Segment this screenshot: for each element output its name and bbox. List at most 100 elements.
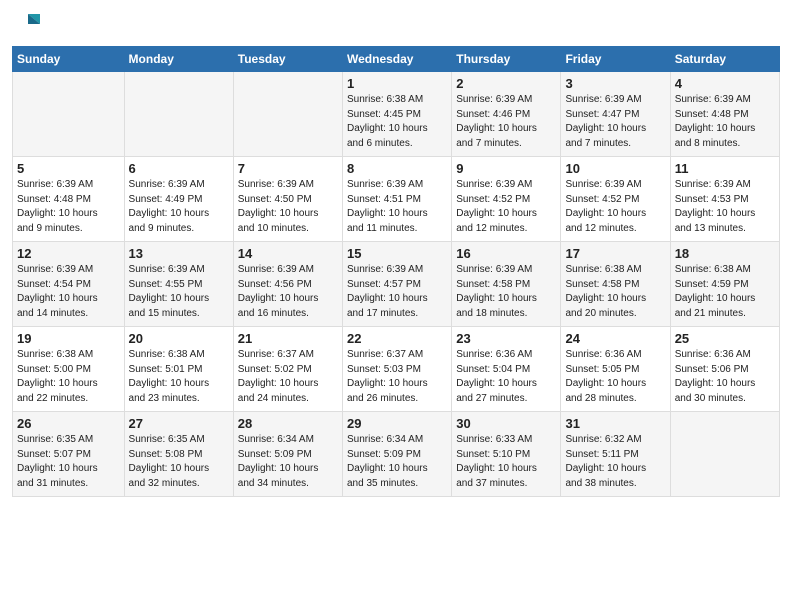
col-header-sunday: Sunday [13, 47, 125, 72]
day-info: Sunrise: 6:36 AM Sunset: 5:04 PM Dayligh… [456, 348, 556, 406]
day-cell: 23 Sunrise: 6:36 AM Sunset: 5:04 PM Dayli… [452, 327, 561, 412]
day-cell: 30 Sunrise: 6:33 AM Sunset: 5:10 PM Dayli… [452, 412, 561, 497]
day-number: 13 [129, 246, 229, 261]
week-row-3: 12 Sunrise: 6:39 AM Sunset: 4:54 PM Dayli… [13, 242, 780, 327]
day-cell: 28 Sunrise: 6:34 AM Sunset: 5:09 PM Dayli… [233, 412, 342, 497]
day-number: 25 [675, 331, 775, 346]
day-info: Sunrise: 6:39 AM Sunset: 4:47 PM Dayligh… [565, 93, 665, 151]
day-info: Sunrise: 6:33 AM Sunset: 5:10 PM Dayligh… [456, 433, 556, 491]
day-cell: 27 Sunrise: 6:35 AM Sunset: 5:08 PM Dayli… [124, 412, 233, 497]
day-number: 26 [17, 416, 120, 431]
day-number: 31 [565, 416, 665, 431]
day-info: Sunrise: 6:38 AM Sunset: 5:00 PM Dayligh… [17, 348, 120, 406]
day-info: Sunrise: 6:35 AM Sunset: 5:07 PM Dayligh… [17, 433, 120, 491]
col-header-tuesday: Tuesday [233, 47, 342, 72]
day-cell: 31 Sunrise: 6:32 AM Sunset: 5:11 PM Dayli… [561, 412, 670, 497]
day-info: Sunrise: 6:39 AM Sunset: 4:52 PM Dayligh… [456, 178, 556, 236]
day-number: 22 [347, 331, 447, 346]
day-number: 9 [456, 161, 556, 176]
week-row-5: 26 Sunrise: 6:35 AM Sunset: 5:07 PM Dayli… [13, 412, 780, 497]
day-cell: 17Sunrise: 6:38 AM Sunset: 4:58 PM Dayli… [561, 242, 670, 327]
day-cell: 7Sunrise: 6:39 AM Sunset: 4:50 PM Daylig… [233, 157, 342, 242]
day-number: 21 [238, 331, 338, 346]
day-cell: 29Sunrise: 6:34 AM Sunset: 5:09 PM Dayli… [343, 412, 452, 497]
day-cell: 22 Sunrise: 6:37 AM Sunset: 5:03 PM Dayli… [343, 327, 452, 412]
day-number: 23 [456, 331, 556, 346]
day-cell: 4 Sunrise: 6:39 AM Sunset: 4:48 PM Daylig… [670, 72, 779, 157]
day-cell: 5 Sunrise: 6:39 AM Sunset: 4:48 PM Daylig… [13, 157, 125, 242]
day-info: Sunrise: 6:39 AM Sunset: 4:50 PM Dayligh… [238, 178, 338, 236]
col-header-saturday: Saturday [670, 47, 779, 72]
day-number: 16 [456, 246, 556, 261]
col-header-friday: Friday [561, 47, 670, 72]
day-cell: 12 Sunrise: 6:39 AM Sunset: 4:54 PM Dayli… [13, 242, 125, 327]
day-info: Sunrise: 6:39 AM Sunset: 4:54 PM Dayligh… [17, 263, 120, 321]
day-info: Sunrise: 6:39 AM Sunset: 4:46 PM Dayligh… [456, 93, 556, 151]
day-number: 18 [675, 246, 775, 261]
calendar-table: SundayMondayTuesdayWednesdayThursdayFrid… [12, 46, 780, 497]
day-cell: 1 Sunrise: 6:38 AM Sunset: 4:45 PM Daylig… [343, 72, 452, 157]
day-info: Sunrise: 6:38 AM Sunset: 4:45 PM Dayligh… [347, 93, 447, 151]
header [12, 10, 780, 38]
col-header-thursday: Thursday [452, 47, 561, 72]
day-cell: 15Sunrise: 6:39 AM Sunset: 4:57 PM Dayli… [343, 242, 452, 327]
day-info: Sunrise: 6:39 AM Sunset: 4:56 PM Dayligh… [238, 263, 338, 321]
header-row: SundayMondayTuesdayWednesdayThursdayFrid… [13, 47, 780, 72]
day-cell: 13 Sunrise: 6:39 AM Sunset: 4:55 PM Dayli… [124, 242, 233, 327]
day-cell: 2 Sunrise: 6:39 AM Sunset: 4:46 PM Daylig… [452, 72, 561, 157]
day-info: Sunrise: 6:39 AM Sunset: 4:58 PM Dayligh… [456, 263, 556, 321]
day-number: 4 [675, 76, 775, 91]
day-cell: 26 Sunrise: 6:35 AM Sunset: 5:07 PM Dayli… [13, 412, 125, 497]
day-cell: 21 Sunrise: 6:37 AM Sunset: 5:02 PM Dayli… [233, 327, 342, 412]
day-cell: 8 Sunrise: 6:39 AM Sunset: 4:51 PM Daylig… [343, 157, 452, 242]
day-cell: 16 Sunrise: 6:39 AM Sunset: 4:58 PM Dayli… [452, 242, 561, 327]
week-row-2: 5 Sunrise: 6:39 AM Sunset: 4:48 PM Daylig… [13, 157, 780, 242]
day-info: Sunrise: 6:35 AM Sunset: 5:08 PM Dayligh… [129, 433, 229, 491]
day-info: Sunrise: 6:39 AM Sunset: 4:48 PM Dayligh… [17, 178, 120, 236]
day-cell: 19 Sunrise: 6:38 AM Sunset: 5:00 PM Dayli… [13, 327, 125, 412]
day-cell [670, 412, 779, 497]
day-number: 15 [347, 246, 447, 261]
day-cell [233, 72, 342, 157]
day-number: 20 [129, 331, 229, 346]
day-number: 10 [565, 161, 665, 176]
day-number: 5 [17, 161, 120, 176]
day-cell: 11 Sunrise: 6:39 AM Sunset: 4:53 PM Dayli… [670, 157, 779, 242]
day-number: 2 [456, 76, 556, 91]
day-cell: 14 Sunrise: 6:39 AM Sunset: 4:56 PM Dayli… [233, 242, 342, 327]
day-cell: 20Sunrise: 6:38 AM Sunset: 5:01 PM Dayli… [124, 327, 233, 412]
day-cell [13, 72, 125, 157]
day-number: 28 [238, 416, 338, 431]
logo [12, 10, 44, 38]
day-number: 6 [129, 161, 229, 176]
day-cell: 24Sunrise: 6:36 AM Sunset: 5:05 PM Dayli… [561, 327, 670, 412]
day-number: 8 [347, 161, 447, 176]
day-number: 14 [238, 246, 338, 261]
day-info: Sunrise: 6:39 AM Sunset: 4:51 PM Dayligh… [347, 178, 447, 236]
day-info: Sunrise: 6:37 AM Sunset: 5:03 PM Dayligh… [347, 348, 447, 406]
day-info: Sunrise: 6:38 AM Sunset: 4:59 PM Dayligh… [675, 263, 775, 321]
day-cell: 25 Sunrise: 6:36 AM Sunset: 5:06 PM Dayli… [670, 327, 779, 412]
day-info: Sunrise: 6:38 AM Sunset: 4:58 PM Dayligh… [565, 263, 665, 321]
day-number: 19 [17, 331, 120, 346]
day-info: Sunrise: 6:39 AM Sunset: 4:53 PM Dayligh… [675, 178, 775, 236]
day-info: Sunrise: 6:37 AM Sunset: 5:02 PM Dayligh… [238, 348, 338, 406]
day-number: 1 [347, 76, 447, 91]
day-info: Sunrise: 6:34 AM Sunset: 5:09 PM Dayligh… [347, 433, 447, 491]
day-info: Sunrise: 6:34 AM Sunset: 5:09 PM Dayligh… [238, 433, 338, 491]
day-info: Sunrise: 6:32 AM Sunset: 5:11 PM Dayligh… [565, 433, 665, 491]
day-number: 27 [129, 416, 229, 431]
week-row-1: 1 Sunrise: 6:38 AM Sunset: 4:45 PM Daylig… [13, 72, 780, 157]
day-number: 24 [565, 331, 665, 346]
day-cell: 3Sunrise: 6:39 AM Sunset: 4:47 PM Daylig… [561, 72, 670, 157]
day-number: 30 [456, 416, 556, 431]
day-info: Sunrise: 6:36 AM Sunset: 5:06 PM Dayligh… [675, 348, 775, 406]
col-header-monday: Monday [124, 47, 233, 72]
day-cell: 9 Sunrise: 6:39 AM Sunset: 4:52 PM Daylig… [452, 157, 561, 242]
day-info: Sunrise: 6:39 AM Sunset: 4:55 PM Dayligh… [129, 263, 229, 321]
day-info: Sunrise: 6:39 AM Sunset: 4:48 PM Dayligh… [675, 93, 775, 151]
day-info: Sunrise: 6:39 AM Sunset: 4:49 PM Dayligh… [129, 178, 229, 236]
day-number: 12 [17, 246, 120, 261]
day-cell: 18 Sunrise: 6:38 AM Sunset: 4:59 PM Dayli… [670, 242, 779, 327]
day-number: 11 [675, 161, 775, 176]
